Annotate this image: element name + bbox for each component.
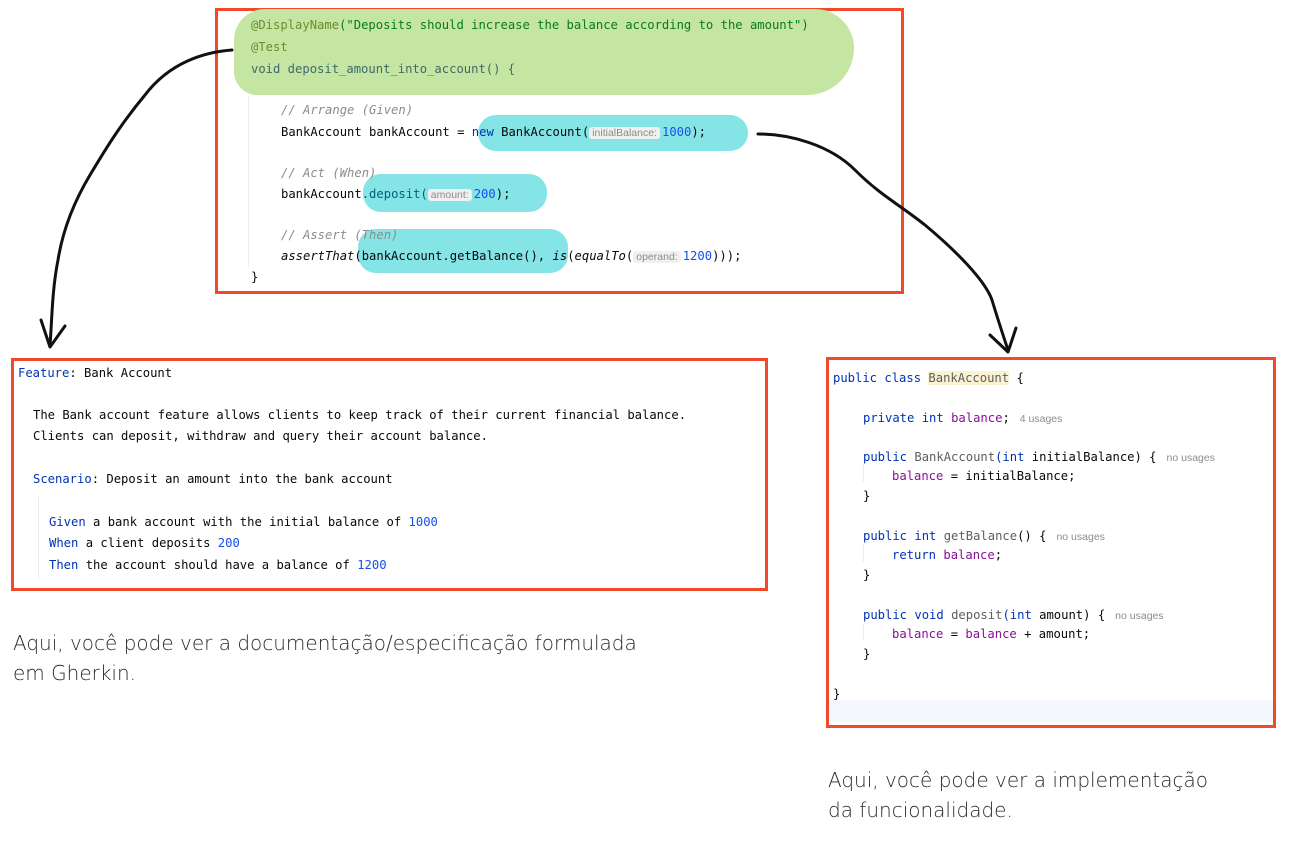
usages-hint[interactable]: no usages	[1115, 610, 1163, 622]
impl-constructor-signature: public BankAccount(int initialBalance) {…	[863, 450, 1215, 464]
test-code-panel: @DisplayName("Deposits should increase t…	[215, 8, 904, 294]
impl-deposit-signature: public void deposit(int amount) {no usag…	[863, 608, 1164, 622]
code-line-displayname: @DisplayName("Deposits should increase t…	[251, 18, 809, 32]
param-hint-amount: amount:	[427, 189, 472, 201]
implementation-caption: Aqui, você pode ver a implementação da f…	[828, 768, 1208, 822]
code-line-assert: assertThat(bankAccount.getBalance(), is(…	[281, 249, 742, 263]
code-line-closing-brace: }	[251, 270, 259, 284]
gherkin-step-given: Given a bank account with the initial ba…	[49, 515, 438, 529]
impl-getbalance-signature: public int getBalance() {no usages	[863, 529, 1105, 543]
gherkin-step-then: Then the account should have a balance o…	[49, 558, 387, 572]
arrow-to-gherkin	[48, 48, 234, 347]
impl-class-close: }	[833, 687, 841, 701]
impl-constructor-close: }	[863, 489, 871, 503]
gherkin-caption: Aqui, você pode ver a documentação/espec…	[13, 631, 637, 685]
impl-getbalance-close: }	[863, 568, 871, 582]
code-line-act: bankAccount.deposit(amount: 200);	[281, 187, 511, 201]
gherkin-panel: Feature: Bank Account The Bank account f…	[11, 358, 768, 591]
code-line-comment-arrange: // Arrange (Given)	[281, 103, 414, 117]
impl-deposit-body: balance = balance + amount;	[892, 627, 1091, 641]
code-line-method-signature: void deposit_amount_into_account() {	[251, 62, 516, 76]
indent-guide	[863, 464, 864, 482]
impl-getbalance-body: return balance;	[892, 548, 1003, 562]
code-line-test-annotation: @Test	[251, 40, 288, 54]
class-name-highlight: BankAccount	[928, 371, 1010, 385]
current-line-highlight	[829, 700, 1273, 722]
code-line-arrange: BankAccount bankAccount = new BankAccoun…	[281, 125, 707, 139]
impl-class-declaration: public class BankAccount {	[833, 371, 1024, 385]
indent-guide	[248, 97, 249, 267]
arrowhead-to-gherkin	[39, 318, 67, 349]
code-line-comment-act: // Act (When)	[281, 166, 377, 180]
gherkin-step-when: When a client deposits 200	[49, 536, 240, 550]
usages-hint[interactable]: no usages	[1056, 531, 1104, 543]
impl-field-balance: private int balance; 4 usages	[863, 411, 1063, 425]
code-line-comment-assert: // Assert (Then)	[281, 228, 399, 242]
indent-guide	[863, 623, 864, 641]
indent-guide	[863, 544, 864, 562]
indent-guide	[38, 497, 39, 579]
arrowhead-to-implementation	[988, 326, 1018, 354]
gherkin-description-line-2: Clients can deposit, withdraw and query …	[33, 429, 488, 443]
impl-constructor-body: balance = initialBalance;	[892, 469, 1076, 483]
gherkin-scenario-line: Scenario: Deposit an amount into the ban…	[33, 472, 393, 486]
implementation-panel: public class BankAccount { private int b…	[826, 357, 1276, 728]
param-hint-initial-balance: initialBalance:	[589, 127, 660, 139]
param-hint-operand: operand:	[633, 251, 681, 263]
usages-hint[interactable]: 4 usages	[1020, 413, 1063, 425]
usages-hint[interactable]: no usages	[1167, 452, 1215, 464]
gherkin-feature-line: Feature: Bank Account	[18, 366, 173, 380]
impl-deposit-close: }	[863, 647, 871, 661]
gherkin-description-line-1: The Bank account feature allows clients …	[33, 408, 687, 422]
